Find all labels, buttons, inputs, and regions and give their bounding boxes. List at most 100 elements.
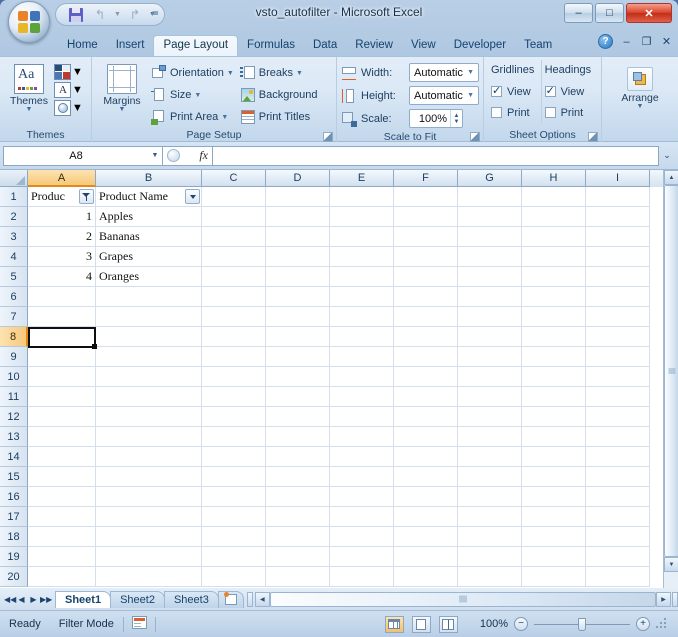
cell-D5[interactable] xyxy=(266,267,330,287)
cell-C9[interactable] xyxy=(202,347,266,367)
cell-B6[interactable] xyxy=(96,287,202,307)
cell-E3[interactable] xyxy=(330,227,394,247)
cell-D2[interactable] xyxy=(266,207,330,227)
cell-H2[interactable] xyxy=(522,207,586,227)
tab-split-handle[interactable] xyxy=(246,591,253,607)
scale-spinner[interactable]: 100% ▲ ▼ xyxy=(409,109,463,128)
cell-B19[interactable] xyxy=(96,547,202,567)
cell-G2[interactable] xyxy=(458,207,522,227)
cell-I20[interactable] xyxy=(586,567,650,587)
zoom-slider-thumb[interactable] xyxy=(578,617,586,631)
cell-C19[interactable] xyxy=(202,547,266,567)
normal-view-button[interactable] xyxy=(384,615,404,633)
insert-worksheet-button[interactable] xyxy=(217,590,244,608)
cell-D19[interactable] xyxy=(266,547,330,567)
themes-button[interactable]: Aa Themes ▼ xyxy=(4,62,54,113)
tab-page-layout[interactable]: Page Layout xyxy=(153,35,239,57)
column-header-A[interactable]: A xyxy=(28,170,96,187)
cell-E4[interactable] xyxy=(330,247,394,267)
cell-C7[interactable] xyxy=(202,307,266,327)
cell-A1[interactable]: Produc xyxy=(28,187,96,207)
cell-H6[interactable] xyxy=(522,287,586,307)
column-header-I[interactable]: I xyxy=(586,170,650,187)
cell-H3[interactable] xyxy=(522,227,586,247)
column-header-E[interactable]: E xyxy=(330,170,394,187)
cell-F18[interactable] xyxy=(394,527,458,547)
cell-E17[interactable] xyxy=(330,507,394,527)
gridlines-print-checkbox[interactable] xyxy=(491,107,502,118)
customize-qat-button[interactable]: ≔ xyxy=(150,8,159,19)
cell-B13[interactable] xyxy=(96,427,202,447)
cell-G8[interactable] xyxy=(458,327,522,347)
row-header-13[interactable]: 13 xyxy=(0,427,28,447)
sheet-nav-buttons[interactable]: ◀◀ ◀ ▶ ▶▶ xyxy=(0,595,55,604)
size-dropdown-icon[interactable]: ▼ xyxy=(194,92,201,99)
scroll-right-button[interactable]: ▶ xyxy=(656,591,671,607)
cell-H19[interactable] xyxy=(522,547,586,567)
cell-A18[interactable] xyxy=(28,527,96,547)
cell-I16[interactable] xyxy=(586,487,650,507)
redo-button[interactable]: ↱ xyxy=(125,5,145,24)
background-button[interactable]: Background xyxy=(237,84,321,106)
margins-dropdown-icon[interactable]: ▼ xyxy=(119,106,126,113)
cell-G3[interactable] xyxy=(458,227,522,247)
column-header-B[interactable]: B xyxy=(96,170,202,187)
cell-C1[interactable] xyxy=(202,187,266,207)
cell-E10[interactable] xyxy=(330,367,394,387)
cell-I6[interactable] xyxy=(586,287,650,307)
cell-D9[interactable] xyxy=(266,347,330,367)
scroll-down-button[interactable]: ▼ xyxy=(664,557,678,572)
cell-B18[interactable] xyxy=(96,527,202,547)
orientation-button[interactable]: Orientation ▼ xyxy=(148,62,237,84)
cell-E19[interactable] xyxy=(330,547,394,567)
headings-view-row[interactable]: View xyxy=(542,81,597,102)
cell-I12[interactable] xyxy=(586,407,650,427)
row-header-5[interactable]: 5 xyxy=(0,267,28,287)
cell-E8[interactable] xyxy=(330,327,394,347)
cell-E20[interactable] xyxy=(330,567,394,587)
cell-H16[interactable] xyxy=(522,487,586,507)
last-sheet-button[interactable]: ▶▶ xyxy=(40,595,52,604)
cell-A6[interactable] xyxy=(28,287,96,307)
cell-I13[interactable] xyxy=(586,427,650,447)
cell-E12[interactable] xyxy=(330,407,394,427)
zoom-out-button[interactable]: − xyxy=(514,617,528,631)
doc-minimize-button[interactable]: – xyxy=(620,36,633,48)
cell-E5[interactable] xyxy=(330,267,394,287)
cell-C11[interactable] xyxy=(202,387,266,407)
cell-G16[interactable] xyxy=(458,487,522,507)
cell-H13[interactable] xyxy=(522,427,586,447)
cell-B3[interactable]: Bananas xyxy=(96,227,202,247)
cell-I17[interactable] xyxy=(586,507,650,527)
cell-I19[interactable] xyxy=(586,547,650,567)
theme-colors-dropdown-icon[interactable]: ▼ xyxy=(72,66,83,78)
row-header-18[interactable]: 18 xyxy=(0,527,28,547)
row-header-8[interactable]: 8 xyxy=(0,327,28,347)
gridlines-view-checkbox[interactable] xyxy=(491,84,502,97)
column-header-D[interactable]: D xyxy=(266,170,330,187)
cell-I7[interactable] xyxy=(586,307,650,327)
cell-A15[interactable] xyxy=(28,467,96,487)
tab-developer[interactable]: Developer xyxy=(445,35,515,56)
breaks-button[interactable]: Breaks ▼ xyxy=(237,62,321,84)
cell-D7[interactable] xyxy=(266,307,330,327)
width-dropdown-icon[interactable]: ▼ xyxy=(467,69,478,76)
cell-D6[interactable] xyxy=(266,287,330,307)
cell-C12[interactable] xyxy=(202,407,266,427)
cell-B1[interactable]: Product Name xyxy=(96,187,202,207)
cell-C14[interactable] xyxy=(202,447,266,467)
cell-F5[interactable] xyxy=(394,267,458,287)
cell-A17[interactable] xyxy=(28,507,96,527)
margins-button[interactable]: Margins ▼ xyxy=(96,62,148,113)
zoom-slider[interactable] xyxy=(534,617,630,631)
cell-B11[interactable] xyxy=(96,387,202,407)
cell-H5[interactable] xyxy=(522,267,586,287)
cell-G10[interactable] xyxy=(458,367,522,387)
sheet-tab-sheet1[interactable]: Sheet1 xyxy=(55,590,112,608)
theme-effects-dropdown-icon[interactable]: ▼ xyxy=(72,102,83,114)
cell-A13[interactable] xyxy=(28,427,96,447)
undo-dropdown-icon[interactable]: ▼ xyxy=(114,11,121,18)
cell-E6[interactable] xyxy=(330,287,394,307)
cell-A4[interactable]: 3 xyxy=(28,247,96,267)
theme-colors-button[interactable]: ▼ xyxy=(54,64,83,80)
